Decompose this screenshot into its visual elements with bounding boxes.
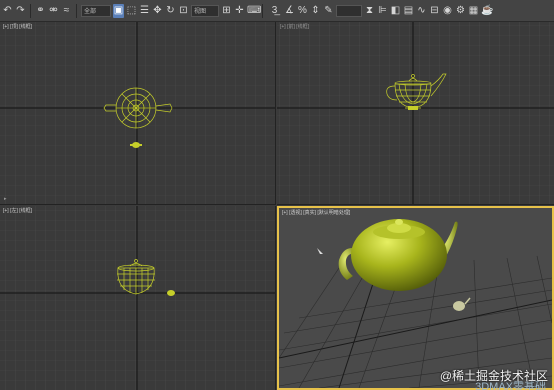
- viewport-label[interactable]: [+] [透视] [真实] [默认明暗处理]: [282, 209, 350, 216]
- select-region-icon[interactable]: ⬚: [126, 4, 137, 18]
- main-toolbar: ↶ ↷ ⚭ ⚮ ≈ 全部 ▣ ⬚ ☰ ✥ ↻ ⊡ 视图 ⊞ ✛ ⌨ 3̲ ∡ %…: [0, 0, 554, 22]
- front-viewport-canvas: [277, 22, 554, 204]
- redo-icon[interactable]: ↷: [15, 4, 26, 18]
- viewport-label[interactable]: [+] [顶] [线框]: [3, 23, 32, 30]
- named-selection-dropdown[interactable]: [336, 4, 362, 17]
- left-viewport-canvas: [0, 206, 275, 390]
- small-teapot-left: [167, 290, 175, 296]
- keyboard-shortcut-icon[interactable]: ⌨: [247, 4, 261, 18]
- render-frame-icon[interactable]: ▦: [468, 4, 479, 18]
- selection-filter-dropdown[interactable]: 全部: [81, 4, 111, 17]
- pivot-icon[interactable]: ⊞: [221, 4, 232, 18]
- perspective-viewport-canvas: [279, 208, 552, 388]
- spinner-snap-icon[interactable]: ⇕: [310, 4, 321, 18]
- 3dsmax-app: ↶ ↷ ⚭ ⚮ ≈ 全部 ▣ ⬚ ☰ ✥ ↻ ⊡ 视图 ⊞ ✛ ⌨ 3̲ ∡ %…: [0, 0, 554, 390]
- rotate-icon[interactable]: ↻: [165, 4, 176, 18]
- percent-snap-icon[interactable]: %: [297, 4, 308, 18]
- schematic-view-icon[interactable]: ⊟: [429, 4, 440, 18]
- mirror-icon[interactable]: ⧗: [364, 4, 375, 18]
- toolbar-separator: [76, 3, 77, 18]
- toolbar-separator: [262, 3, 263, 18]
- top-viewport-canvas: ▸: [0, 22, 275, 204]
- render-icon[interactable]: ☕: [481, 4, 493, 18]
- unlink-icon[interactable]: ⚮: [48, 4, 59, 18]
- viewport-label[interactable]: [+] [左] [线框]: [3, 207, 32, 214]
- edit-named-selection-icon[interactable]: ✎: [323, 4, 334, 18]
- move-icon[interactable]: ✥: [152, 4, 163, 18]
- material-editor-icon[interactable]: ◉: [442, 4, 453, 18]
- front-viewport[interactable]: [+] [前] [线框]: [277, 22, 554, 205]
- viewport-label[interactable]: [+] [前] [线框]: [280, 23, 309, 30]
- top-viewport[interactable]: [+] [顶] [线框] ▸: [0, 22, 276, 205]
- ribbon-icon[interactable]: ▤: [403, 4, 414, 18]
- watermark: @稀土掘金技术社区: [439, 369, 548, 383]
- left-viewport[interactable]: [+] [左] [线框]: [0, 206, 276, 390]
- bind-icon[interactable]: ≈: [61, 4, 72, 18]
- undo-icon[interactable]: ↶: [2, 4, 13, 18]
- link-icon[interactable]: ⚭: [35, 4, 46, 18]
- selection-lock-icon[interactable]: ✛: [234, 4, 245, 18]
- render-setup-icon[interactable]: ⚙: [455, 4, 466, 18]
- select-by-name-icon[interactable]: ☰: [139, 4, 150, 18]
- scale-icon[interactable]: ⊡: [178, 4, 189, 18]
- toolbar-separator: [30, 3, 31, 18]
- curve-editor-icon[interactable]: ∿: [416, 4, 427, 18]
- snap-icon[interactable]: 3̲: [267, 4, 282, 18]
- reference-coord-dropdown[interactable]: 视图: [191, 4, 219, 17]
- small-teapot-front: [408, 106, 418, 110]
- angle-snap-icon[interactable]: ∡: [284, 4, 295, 18]
- select-icon[interactable]: ▣: [113, 3, 124, 18]
- perspective-viewport[interactable]: [+] [透视] [真实] [默认明暗处理]: [277, 206, 554, 390]
- align-icon[interactable]: ⊫: [377, 4, 388, 18]
- layer-icon[interactable]: ◧: [390, 4, 401, 18]
